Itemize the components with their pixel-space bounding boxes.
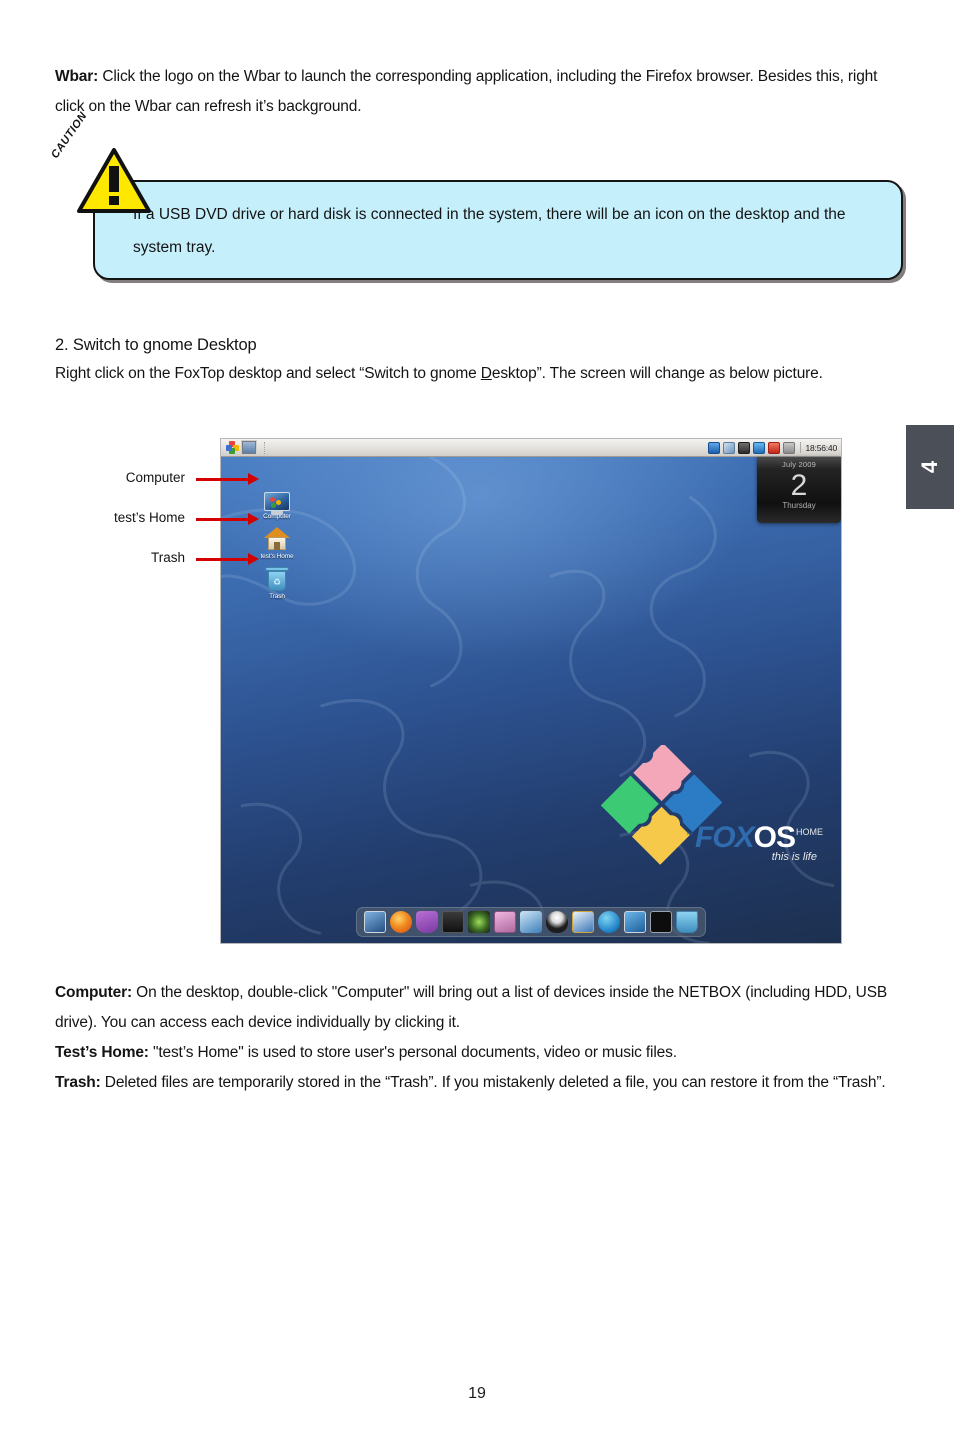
home-desc: "test’s Home" is used to store user's pe… (148, 1044, 677, 1061)
section-body: Right click on the FoxTop desktop and se… (55, 359, 910, 389)
annotation-label-computer: Computer (125, 470, 185, 485)
display-icon[interactable] (624, 911, 646, 933)
foxos-logo: ™ FOX OS HOME this is life (597, 745, 823, 877)
chapter-tab: 4 (906, 425, 954, 509)
panel-clock[interactable]: 18:56:40 (806, 443, 838, 453)
annotation-arrow-home (196, 518, 250, 521)
computer-dock-icon[interactable] (364, 911, 386, 933)
archive-icon[interactable] (520, 911, 542, 933)
section-body-before: Right click on the FoxTop desktop and se… (55, 365, 481, 382)
home-term: Test’s Home: (55, 1044, 149, 1061)
annotation-arrow-computer (196, 478, 250, 481)
paint-icon[interactable] (572, 911, 594, 933)
section-body-mnemonic: D (480, 365, 492, 382)
panel-left-group (221, 440, 266, 455)
info-icon[interactable] (707, 441, 720, 454)
trash-desc: Deleted files are temporarily stored in … (100, 1074, 886, 1091)
globe-icon[interactable] (598, 911, 620, 933)
camera-icon[interactable] (468, 911, 490, 933)
wbar-dock[interactable] (356, 907, 706, 937)
desktop-wallpaper[interactable]: Computer test’s Home ♻ Trash July 2009 2… (221, 457, 841, 943)
calendar-weekday: Thursday (782, 501, 816, 510)
tray-divider (799, 442, 801, 453)
firefox-icon[interactable] (390, 911, 412, 933)
page-number: 19 (468, 1385, 486, 1402)
warning-triangle-icon (77, 148, 151, 213)
caution-text: If a USB DVD drive or hard disk is conne… (133, 206, 846, 256)
calendar-widget[interactable]: July 2009 2 Thursday (757, 457, 841, 523)
section-body-after: esktop”. The screen will change as below… (491, 365, 823, 382)
logo-home-text: HOME (796, 827, 823, 837)
power-icon[interactable] (767, 441, 780, 454)
chapter-tab-number: 4 (917, 460, 942, 474)
trash-dock-icon[interactable] (676, 911, 698, 933)
wbar-label: Wbar: (55, 68, 99, 85)
media-player-icon[interactable] (494, 911, 516, 933)
desktop-screenshot: 18:56:40 Computer test’s Home ♻ Trash Ju… (220, 438, 842, 944)
calendar-month: July 2009 (782, 460, 816, 469)
foxos-wordmark: ™ FOX OS HOME this is life (686, 821, 823, 863)
wbar-paragraph: Wbar: Click the logo on the Wbar to laun… (55, 62, 905, 122)
gnome-top-panel: 18:56:40 (221, 439, 841, 457)
logo-os-text: OS (753, 821, 796, 854)
puzzle-menu-icon[interactable] (225, 441, 239, 455)
devices-icon[interactable] (737, 441, 750, 454)
wbar-text: Click the logo on the Wbar to launch the… (55, 68, 878, 115)
trash-term: Trash: (55, 1074, 101, 1091)
desktop-icon-label: Trash (269, 593, 285, 600)
video-icon[interactable] (442, 911, 464, 933)
annotation-label-home: test’s Home (113, 510, 185, 525)
computer-desc: On the desktop, double-click "Computer" … (55, 984, 888, 1031)
logo-fox-text: FOX (694, 821, 755, 854)
mail-icon[interactable] (416, 911, 438, 933)
panel-separator (264, 441, 266, 454)
section-heading: 2. Switch to gnome Desktop (55, 336, 257, 354)
network-icon[interactable] (722, 441, 735, 454)
window-list-icon[interactable] (241, 440, 257, 455)
update-icon[interactable] (752, 441, 765, 454)
caution-block: If a USB DVD drive or hard disk is conne… (49, 110, 903, 280)
bottom-paragraph: Computer: On the desktop, double-click "… (55, 978, 917, 1098)
calendar-day: 2 (790, 469, 808, 502)
annotation-arrow-trash (196, 558, 250, 561)
computer-term: Computer: (55, 984, 133, 1001)
trademark-mark: ™ (685, 832, 693, 839)
annotation-label-trash: Trash (150, 550, 185, 565)
system-tray: 18:56:40 (707, 441, 842, 454)
volume-icon[interactable] (782, 441, 795, 454)
tux-icon[interactable] (546, 911, 568, 933)
terminal-icon[interactable] (650, 911, 672, 933)
